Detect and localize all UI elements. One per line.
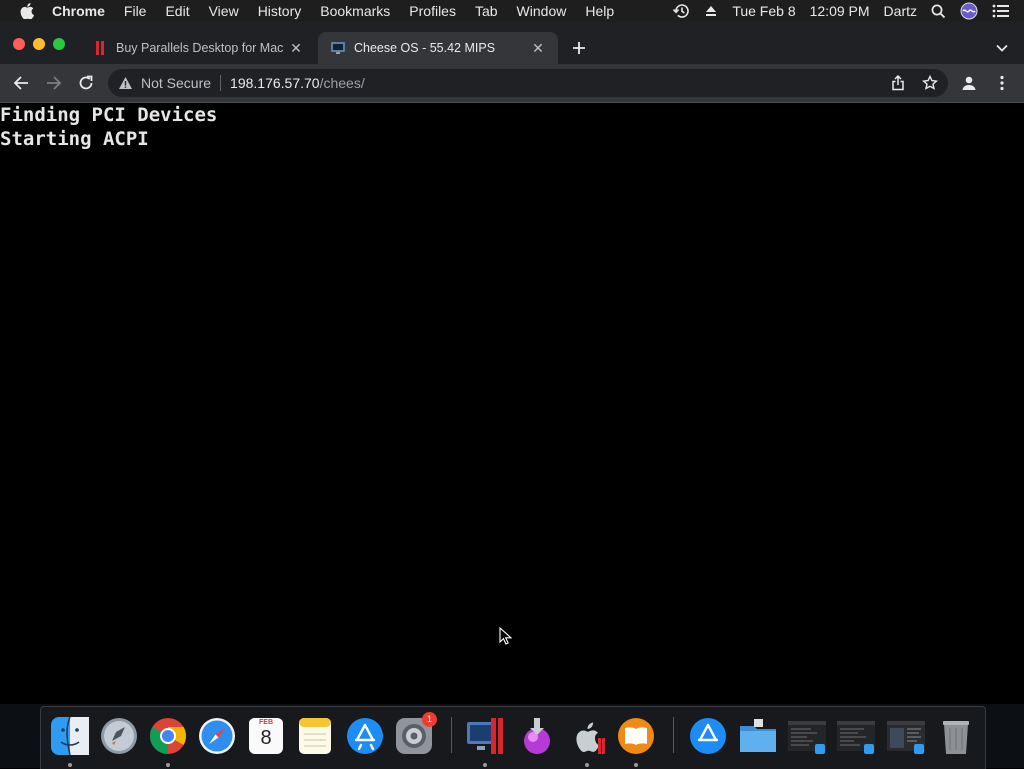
address-divider <box>220 75 222 91</box>
forward-button[interactable] <box>43 72 65 94</box>
running-indicator <box>483 763 487 767</box>
tab-title: Cheese OS - 55.42 MIPS <box>354 41 496 55</box>
calendar-day: 8 <box>260 727 272 749</box>
notes-icon[interactable] <box>295 716 335 756</box>
window-thumbnail-icon[interactable] <box>886 716 926 756</box>
menu-profiles[interactable]: Profiles <box>409 3 456 19</box>
not-secure-warning-icon[interactable] <box>118 76 133 90</box>
menu-edit[interactable]: Edit <box>165 3 189 19</box>
share-icon[interactable] <box>887 72 909 94</box>
clock-time[interactable]: 12:09 PM <box>810 3 870 19</box>
mouse-cursor-icon <box>499 627 512 645</box>
menu-window[interactable]: Window <box>517 3 567 19</box>
downloads-folder-icon[interactable] <box>738 716 778 756</box>
url-path: /chees/ <box>319 75 365 91</box>
console-output: Finding PCI Devices Starting ACPI <box>0 103 217 151</box>
calendar-icon[interactable]: FEB 8 <box>246 716 286 756</box>
parallels-favicon-icon <box>92 40 108 56</box>
clock-date[interactable]: Tue Feb 8 <box>732 3 795 19</box>
menu-tab[interactable]: Tab <box>475 3 498 19</box>
window-minimize-button[interactable] <box>33 38 45 50</box>
boot-camp-icon[interactable] <box>567 716 607 756</box>
installer-icon[interactable] <box>517 716 557 756</box>
cheese-os-favicon-icon <box>330 40 346 56</box>
running-indicator <box>68 763 72 767</box>
dock: FEB 8 1 <box>40 706 986 769</box>
menu-bar: Chrome File Edit View History Bookmarks … <box>0 0 1024 22</box>
reload-button[interactable] <box>75 72 97 94</box>
launchpad-icon[interactable] <box>99 716 139 756</box>
page-viewport: Finding PCI Devices Starting ACPI <box>0 103 1024 704</box>
user-name[interactable]: Dartz <box>884 3 917 19</box>
menu-file[interactable]: File <box>124 3 147 19</box>
dock-separator <box>673 717 674 753</box>
chrome-app-icon[interactable] <box>148 716 188 756</box>
spotlight-search-icon[interactable] <box>931 4 946 19</box>
siri-icon[interactable] <box>960 2 978 20</box>
profile-avatar-icon[interactable] <box>958 72 980 94</box>
running-indicator <box>166 763 170 767</box>
more-options-icon[interactable] <box>991 72 1013 94</box>
window-zoom-button[interactable] <box>53 38 65 50</box>
window-thumbnail-icon[interactable] <box>836 716 876 756</box>
running-indicator <box>634 763 638 767</box>
finder-icon[interactable] <box>50 716 90 756</box>
url-host: 198.176.57.70 <box>230 75 320 91</box>
menu-app-chrome[interactable]: Chrome <box>52 3 105 19</box>
window-close-button[interactable] <box>13 38 25 50</box>
apple-menu-icon[interactable] <box>20 3 34 19</box>
console-line: Finding PCI Devices <box>0 104 218 126</box>
tab-close-icon[interactable]: ✕ <box>288 40 304 56</box>
app-store-downloads-icon[interactable] <box>688 716 728 756</box>
window-thumbnail-icon[interactable] <box>787 716 827 756</box>
trash-icon[interactable] <box>936 716 976 756</box>
menu-bar-status-area: Tue Feb 8 12:09 PM Dartz <box>672 0 1024 22</box>
parallels-app-icon[interactable] <box>465 716 505 756</box>
app-store-icon[interactable] <box>345 716 385 756</box>
browser-toolbar: Not Secure 198.176.57.70/chees/ <box>0 64 1024 103</box>
tab-parallels[interactable]: Buy Parallels Desktop for Mac ✕ <box>80 32 316 64</box>
calendar-month: FEB <box>259 719 273 726</box>
menu-history[interactable]: History <box>258 3 302 19</box>
notification-badge: 1 <box>422 712 437 727</box>
tab-search-chevron-down-icon[interactable] <box>991 37 1013 59</box>
bookmark-star-icon[interactable] <box>919 72 941 94</box>
time-machine-icon[interactable] <box>672 3 690 19</box>
system-preferences-icon[interactable]: 1 <box>394 712 437 756</box>
eject-icon[interactable] <box>704 4 718 18</box>
running-indicator <box>585 763 589 767</box>
console-line: Starting ACPI <box>0 128 149 150</box>
back-button[interactable] <box>10 72 32 94</box>
address-bar[interactable]: Not Secure 198.176.57.70/chees/ <box>108 69 948 97</box>
dock-separator <box>451 717 452 753</box>
safari-icon[interactable] <box>197 716 237 756</box>
security-label[interactable]: Not Secure <box>141 75 211 91</box>
new-tab-button[interactable] <box>568 37 590 59</box>
menu-bookmarks[interactable]: Bookmarks <box>320 3 390 19</box>
tab-cheese-os[interactable]: Cheese OS - 55.42 MIPS ✕ <box>318 32 558 64</box>
books-icon[interactable] <box>616 716 656 756</box>
control-center-icon[interactable] <box>992 4 1010 18</box>
tab-title: Buy Parallels Desktop for Mac <box>116 41 284 55</box>
tab-close-icon[interactable]: ✕ <box>530 40 546 56</box>
menu-view[interactable]: View <box>209 3 239 19</box>
menu-help[interactable]: Help <box>585 3 614 19</box>
